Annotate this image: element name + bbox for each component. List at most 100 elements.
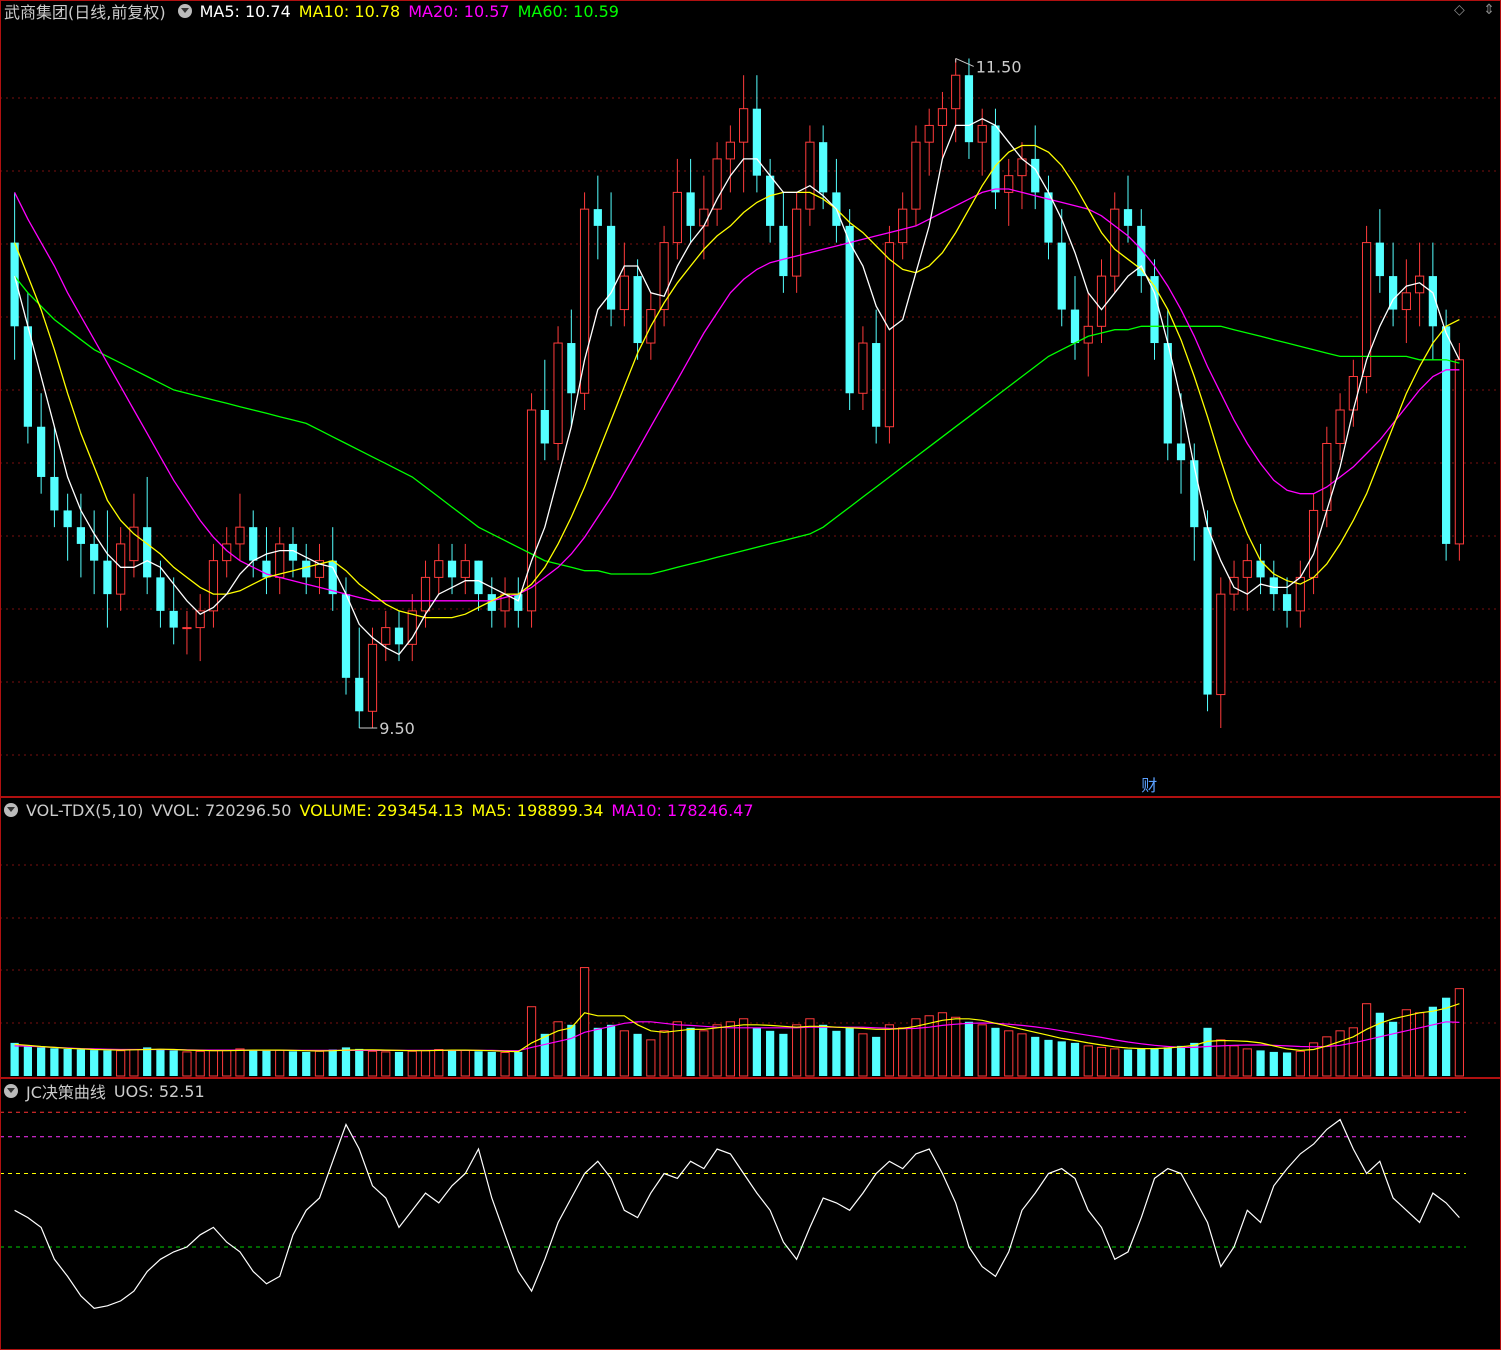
candle-body <box>302 560 311 578</box>
volume-bar <box>1070 1042 1080 1076</box>
candle-body <box>699 208 709 227</box>
volume-bar <box>367 1050 378 1077</box>
volume-bar <box>394 1051 404 1076</box>
candle-body <box>924 124 934 143</box>
candle-body <box>434 560 444 578</box>
volume-bar <box>63 1048 72 1076</box>
volume-bar <box>182 1051 192 1077</box>
candle-body <box>1348 376 1358 411</box>
candle-body <box>553 342 563 444</box>
candle-body <box>1203 527 1212 695</box>
volume-bar <box>37 1047 46 1076</box>
ma10-line <box>13 144 1460 619</box>
candle-body <box>182 627 192 630</box>
volume-bar <box>1044 1039 1053 1076</box>
volume-bar <box>593 1027 602 1076</box>
indicator-menu-icon[interactable] <box>177 4 192 18</box>
jc-curve-path <box>14 1118 1460 1309</box>
candle-body <box>752 108 761 176</box>
candle-body <box>1110 208 1120 277</box>
candle-body <box>420 576 431 612</box>
volume-bar <box>898 1027 908 1077</box>
candle-body <box>208 560 219 612</box>
candle-body <box>394 627 404 645</box>
volume-bar <box>156 1048 165 1076</box>
expand-icon[interactable]: ⇕ <box>1483 2 1495 18</box>
volume-ma-lines <box>14 1003 1460 1053</box>
volume-bar <box>407 1050 417 1077</box>
candle-body <box>23 326 32 427</box>
diamond-icon[interactable]: ◇ <box>1454 2 1465 18</box>
candle-body <box>977 124 987 143</box>
volume-bar <box>845 1027 854 1076</box>
volume-bar <box>1057 1041 1066 1076</box>
candle-body <box>1229 576 1239 595</box>
candle-body <box>1070 309 1080 344</box>
volume-bar <box>222 1049 232 1077</box>
volume-bar <box>275 1049 285 1077</box>
candle-body <box>460 560 470 578</box>
volume-bar <box>143 1047 152 1076</box>
chart-stage: 11.50 9.50 财 <box>0 0 1501 1350</box>
volume-bar <box>1269 1051 1278 1076</box>
volume-bar <box>460 1049 470 1077</box>
volume-bar <box>832 1030 841 1076</box>
price-annotations: 11.50 9.50 财 <box>379 57 1157 795</box>
volume-bar <box>500 1052 510 1077</box>
volume-bar <box>1096 1046 1107 1077</box>
candle-body <box>845 225 854 394</box>
jc-legend: JC决策曲线 UOS: 52.51 <box>0 1080 213 1102</box>
candle-body <box>1282 594 1292 611</box>
panel-borders <box>0 0 1501 1350</box>
candle-body <box>275 543 285 578</box>
jc-menu-icon[interactable] <box>4 1084 18 1098</box>
volume-bar <box>328 1049 337 1076</box>
volume-bar <box>1229 1045 1239 1077</box>
volume-bar <box>951 1016 961 1077</box>
volume-bar <box>1083 1045 1093 1077</box>
ma60-line <box>14 275 1460 575</box>
volume-bar <box>1335 1030 1345 1077</box>
volume-bar <box>76 1049 86 1076</box>
price-ma-lines <box>13 117 1460 656</box>
volume-bar <box>1150 1048 1159 1076</box>
volume-bar <box>447 1050 457 1076</box>
finance-marker[interactable]: 财 <box>1141 776 1157 795</box>
candle-body <box>739 108 749 143</box>
candle-body <box>90 543 99 561</box>
volume-bar <box>249 1049 258 1076</box>
vol-ma5-value: MA5: 198899.34 <box>471 800 604 820</box>
candle-body <box>619 275 629 311</box>
candle-body <box>129 526 139 562</box>
candle-body <box>1242 560 1252 578</box>
stock-title: 武商集团(日线,前复权) <box>4 3 166 22</box>
volume-bar <box>567 1024 576 1076</box>
volume-bar <box>1203 1027 1212 1076</box>
volume-bar <box>1308 1042 1319 1077</box>
volume-menu-icon[interactable] <box>4 803 18 817</box>
volume-bar <box>1137 1048 1146 1076</box>
volume-bar <box>1295 1050 1305 1077</box>
candle-body <box>712 158 722 210</box>
volume-bar <box>288 1051 298 1076</box>
volume-bar <box>103 1050 112 1076</box>
volume-bar <box>686 1027 695 1076</box>
candle-body <box>872 343 881 427</box>
volume-legend: VOL-TDX(5,10) VVOL: 720296.50 VOLUME: 29… <box>0 799 762 821</box>
candle-body <box>725 141 735 160</box>
volume-bar <box>514 1051 523 1076</box>
volume-bar <box>752 1027 761 1076</box>
candle-body <box>143 527 152 578</box>
candle-body <box>367 643 378 712</box>
volume-bar <box>766 1030 775 1076</box>
jc-curve <box>14 1118 1460 1309</box>
candle-body <box>328 560 337 595</box>
volume-bar <box>779 1033 788 1076</box>
candle-body <box>964 75 974 143</box>
volume-bar <box>434 1048 444 1077</box>
volume-bar <box>646 1039 656 1077</box>
volume-bar <box>1242 1048 1252 1077</box>
volume-bar <box>314 1050 325 1077</box>
volume-bar <box>1163 1047 1172 1076</box>
candle-body <box>76 527 86 544</box>
